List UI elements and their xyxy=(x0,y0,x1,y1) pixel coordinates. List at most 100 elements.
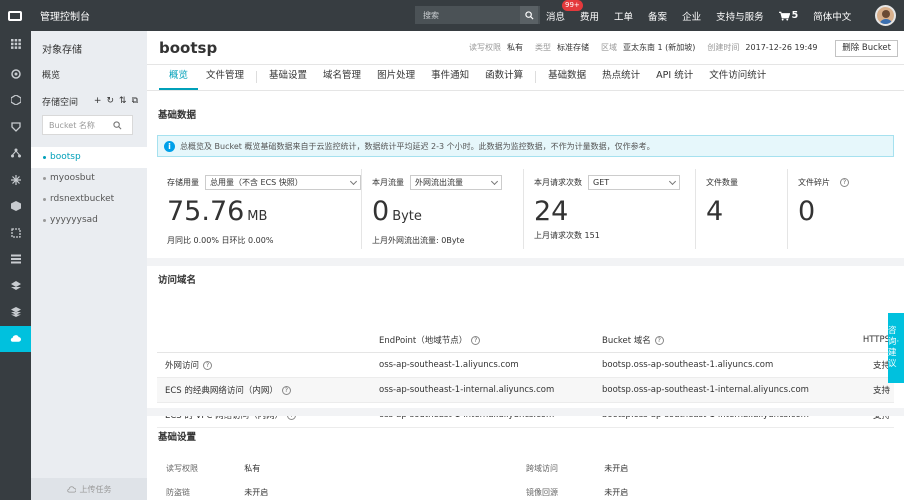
stat-traffic-label: 本月流量 xyxy=(372,177,404,187)
top-search xyxy=(415,6,540,24)
feedback-float-button[interactable]: 咨询·建议 xyxy=(888,313,904,383)
nav-enterprise[interactable]: 企业 xyxy=(682,9,701,23)
storage-space-label: 存储空间 xyxy=(42,97,79,108)
tab-basic-data[interactable]: 基础数据 xyxy=(540,64,594,90)
bucket-item-rdsnextbucket[interactable]: rdsnextbucket xyxy=(31,189,147,210)
nav-billing[interactable]: 费用 xyxy=(580,9,599,23)
tab-divider xyxy=(256,71,258,83)
tab-api-stats[interactable]: API 统计 xyxy=(648,64,701,90)
container-icon[interactable] xyxy=(0,220,31,247)
search-icon[interactable] xyxy=(520,6,538,24)
nav-icp[interactable]: 备案 xyxy=(648,9,667,23)
add-bucket-icon[interactable]: + xyxy=(94,96,102,106)
top-search-input[interactable] xyxy=(415,10,520,20)
col-bucket-domain: Bucket 域名? xyxy=(602,328,842,353)
rds-icon[interactable] xyxy=(0,87,31,114)
row-https: 支持 xyxy=(842,377,894,403)
tab-file-access-stats[interactable]: 文件访问统计 xyxy=(701,64,774,90)
upload-tasks-button[interactable]: 上传任务 xyxy=(31,478,147,500)
top-bar: 管理控制台 消息99+ 费用 工单 备案 企业 支持与服务 5 简体中文 xyxy=(0,0,904,31)
tab-files[interactable]: 文件管理 xyxy=(198,64,252,90)
setting-value: 未开启 xyxy=(604,487,629,497)
bucket-item-myoosbut[interactable]: myoosbut xyxy=(31,168,147,189)
stat-requests-sub: 上月请求次数 151 xyxy=(534,231,600,240)
stat-storage-value: 75.76 xyxy=(167,196,245,227)
sidebar-item-overview[interactable]: 概览 xyxy=(31,64,147,88)
box-icon[interactable] xyxy=(0,193,31,220)
stat-file-count: 文件数量 4 xyxy=(696,169,788,249)
log-icon[interactable] xyxy=(0,273,31,300)
setting-key: 镜像回源 xyxy=(526,487,558,497)
help-icon[interactable]: ? xyxy=(281,385,291,395)
top-nav: 消息 99+ 费用 工单 备案 企业 支持与服务 5 简体中文 xyxy=(546,0,866,31)
ecs-icon[interactable] xyxy=(0,61,31,88)
table-header: EndPoint（地域节点）? Bucket 域名? HTTPS xyxy=(157,328,894,353)
tab-hot-stats[interactable]: 热点统计 xyxy=(594,64,648,90)
language-switch[interactable]: 简体中文 xyxy=(813,9,851,23)
basic-data-title: 基础数据 xyxy=(158,110,197,121)
network-icon[interactable] xyxy=(0,140,31,167)
meta-created-key: 创建时间 xyxy=(707,43,740,52)
storage-type-select[interactable]: 总用量（不含 ECS 快照） xyxy=(205,174,361,190)
tab-event-notification[interactable]: 事件通知 xyxy=(423,64,477,90)
console-title[interactable]: 管理控制台 xyxy=(40,8,90,23)
bucket-search xyxy=(42,115,133,135)
search-icon[interactable] xyxy=(113,120,122,130)
setting-key: 防盗链 xyxy=(166,487,190,497)
sort-icon[interactable]: ⇅ xyxy=(119,96,127,106)
table-row: ECS 的经典网络访问（内网）? oss-ap-southeast-1-inte… xyxy=(157,377,894,403)
section-divider xyxy=(147,258,904,266)
tab-overview[interactable]: 概览 xyxy=(159,64,199,90)
delete-bucket-button[interactable]: 删除 Bucket xyxy=(835,40,898,57)
stat-requests: 本月请求次数 GET 24 上月请求次数 151 xyxy=(524,169,696,249)
row-endpoint: oss-ap-southeast-1.aliyuncs.com xyxy=(379,352,602,378)
meta-type-key: 类型 xyxy=(535,43,551,52)
traffic-type-select[interactable]: 外网流出流量 xyxy=(410,174,502,190)
help-icon[interactable]: ? xyxy=(654,335,664,345)
cart-button[interactable]: 5 xyxy=(778,10,799,21)
bucket-item-bootsp[interactable]: bootsp xyxy=(31,147,147,168)
bucket-meta: 读写权限 私有 类型 标准存储 区域 亚太东南 1 (新加坡) 创建时间 2017-12… xyxy=(469,42,830,53)
cart-icon xyxy=(778,11,790,21)
cart-count: 5 xyxy=(791,10,799,21)
list-icon[interactable] xyxy=(0,246,31,273)
security-icon[interactable] xyxy=(0,114,31,141)
external-link-icon[interactable]: ⧉ xyxy=(132,96,138,106)
bucket-tabs: 概览 文件管理 基础设置 域名管理 图片处理 事件通知 函数计算 基础数据 热点… xyxy=(147,65,904,91)
domains-title: 访问域名 xyxy=(158,275,197,286)
refresh-icon[interactable]: ↻ xyxy=(106,96,114,106)
stat-file-count-label: 文件数量 xyxy=(706,177,738,187)
layers-icon[interactable] xyxy=(0,299,31,326)
stat-storage-sub: 月同比 0.00% 日环比 0.00% xyxy=(167,236,274,245)
setting-key: 跨域访问 xyxy=(526,463,558,473)
help-icon[interactable]: ? xyxy=(471,335,481,345)
row-domain: bootsp.oss-ap-southeast-1.aliyuncs.com xyxy=(602,352,842,378)
stat-traffic-sub: 上月外网流出流量: 0Byte xyxy=(372,236,465,245)
product-icon-rail xyxy=(0,31,31,500)
tab-divider xyxy=(535,71,537,83)
settings-row: 读写权限 私有 跨域访问 未开启 xyxy=(166,456,886,480)
help-icon[interactable]: ? xyxy=(840,177,849,187)
setting-value: 未开启 xyxy=(604,463,629,473)
bucket-search-input[interactable] xyxy=(43,120,113,130)
tab-basic-settings[interactable]: 基础设置 xyxy=(261,64,315,90)
nav-support[interactable]: 支持与服务 xyxy=(716,9,764,23)
nav-tickets[interactable]: 工单 xyxy=(614,9,633,23)
aliyun-logo-icon[interactable] xyxy=(0,0,30,31)
cdn-icon[interactable] xyxy=(0,167,31,194)
upload-tasks-label: 上传任务 xyxy=(79,484,112,494)
user-avatar[interactable] xyxy=(875,5,896,26)
bucket-item-yyyyyysad[interactable]: yyyyyysad xyxy=(31,210,147,231)
row-https: 支持 xyxy=(842,352,894,378)
tab-image-processing[interactable]: 图片处理 xyxy=(369,64,423,90)
tab-function-compute[interactable]: 函数计算 xyxy=(477,64,531,90)
oss-cloud-icon[interactable] xyxy=(0,325,31,352)
main-panel: bootsp 读写权限 私有 类型 标准存储 区域 亚太东南 1 (新加坡) 创建时间… xyxy=(147,31,904,500)
tab-domains[interactable]: 域名管理 xyxy=(315,64,369,90)
row-domain: bootsp.oss-ap-southeast-1-internal.aliyu… xyxy=(602,377,842,403)
nav-messages[interactable]: 消息 99+ xyxy=(546,0,583,23)
help-icon[interactable]: ? xyxy=(203,360,213,370)
request-method-select[interactable]: GET xyxy=(588,174,680,190)
meta-created-value: 2017-12-26 19:49 xyxy=(745,43,818,52)
grid-icon[interactable] xyxy=(0,31,31,58)
